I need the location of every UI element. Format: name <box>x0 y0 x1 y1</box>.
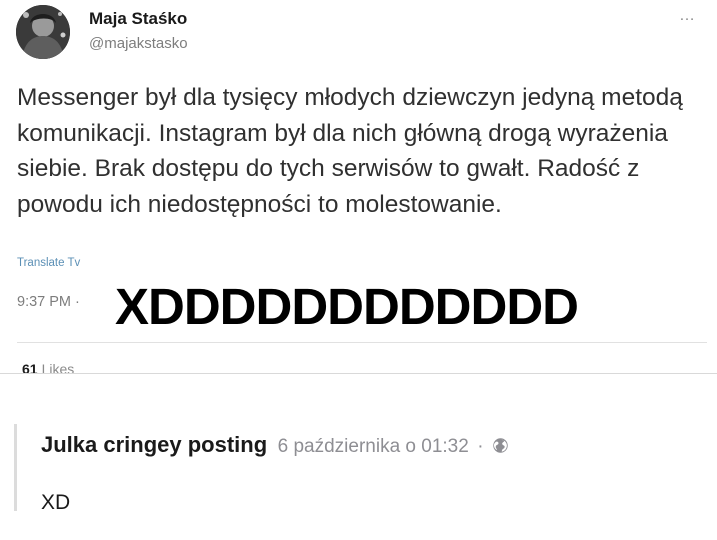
more-options-icon[interactable]: … <box>679 8 696 24</box>
tweet-text: Messenger był dla tysięcy młodych dziewc… <box>17 84 683 218</box>
comment-block: Julka cringey posting 6 października o 0… <box>0 374 717 540</box>
overlay-caption: XDDDDDDDDDDDD <box>115 278 579 335</box>
translate-link[interactable]: Translate Tv <box>17 257 80 269</box>
tweet-timestamp[interactable]: 9:37 PM · <box>17 294 80 310</box>
author-name[interactable]: Maja Staśko <box>89 9 187 29</box>
commenter-name[interactable]: Julka cringey posting <box>41 432 267 457</box>
likes-count: 61 <box>22 361 38 374</box>
tweet-screenshot: Maja Staśko @majakstasko … Messenger był… <box>0 0 717 374</box>
tweet-divider <box>17 342 707 343</box>
comment-date[interactable]: 6 października o 01:32 <box>278 436 469 457</box>
comment-quote-bar <box>14 424 17 511</box>
author-avatar[interactable] <box>16 5 70 59</box>
likes-label: Likes <box>41 361 75 374</box>
comment-header: Julka cringey posting 6 października o 0… <box>41 432 509 458</box>
likes-stat[interactable]: 61 Likes <box>22 361 74 374</box>
avatar-photo <box>16 5 70 59</box>
comment-text: XD <box>41 491 71 514</box>
comment-separator: · <box>477 436 484 457</box>
globe-icon[interactable] <box>492 437 509 454</box>
author-handle[interactable]: @majakstasko <box>89 35 188 52</box>
